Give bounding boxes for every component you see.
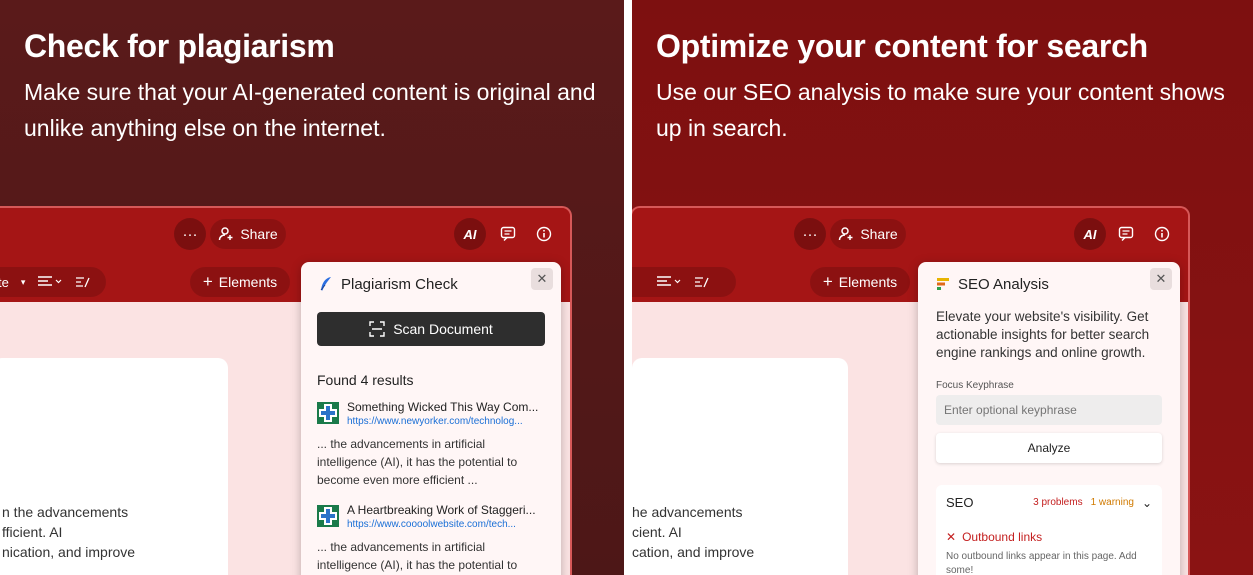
share-label: Share	[240, 226, 278, 242]
results-count: Found 4 results	[317, 372, 414, 388]
panel-header: SEO Analysis	[918, 262, 1180, 306]
elements-label: Elements	[218, 274, 278, 290]
site-favicon-icon	[317, 505, 339, 527]
headline: Check for plagiarism	[24, 28, 335, 64]
info-icon	[536, 226, 552, 242]
ai-icon: AI	[463, 226, 477, 242]
close-icon: ✕	[536, 271, 548, 286]
ai-button[interactable]: AI	[454, 218, 486, 250]
analyze-button[interactable]: Analyze	[936, 433, 1162, 463]
result-url[interactable]: https://www.newyorker.com/technolog...	[347, 416, 547, 427]
close-panel-button[interactable]: ✕	[531, 268, 553, 290]
panel-divider	[624, 0, 632, 575]
share-button[interactable]: Share	[830, 219, 906, 249]
plagiarism-check-panel: Plagiarism Check ✕ Scan Document Found 4…	[301, 262, 561, 575]
chevron-down-icon: ▾	[20, 276, 26, 287]
document-text[interactable]: n the advancements fficient. AI nication…	[2, 502, 135, 562]
warnings-count: 1 warning	[1090, 497, 1134, 508]
doc-line: cation, and improve	[632, 544, 755, 560]
keyphrase-label: Focus Keyphrase	[936, 380, 1014, 391]
close-panel-button[interactable]: ✕	[1150, 268, 1172, 290]
doc-line: fficient. AI	[2, 524, 63, 540]
issue-title-row[interactable]: ✕ Outbound links	[946, 530, 1152, 544]
problems-count: 3 problems	[1033, 497, 1083, 508]
elements-button[interactable]: + Elements	[810, 267, 910, 297]
doc-line: nication, and improve	[2, 544, 136, 560]
more-icon: ···	[182, 225, 198, 243]
site-favicon-icon	[317, 402, 339, 424]
top-bar: ··· Share AI	[632, 208, 1188, 260]
result-snippet: ... the advancements in artificial intel…	[317, 540, 518, 572]
doc-line: he advancements	[632, 504, 743, 520]
app-window: ··· Share AI te ▾ +	[0, 206, 572, 575]
align-icon[interactable]	[37, 275, 63, 289]
format-controls[interactable]: te ▾	[0, 267, 106, 297]
document-text[interactable]: he advancements cient. AI cation, and im…	[632, 502, 754, 562]
scan-icon	[369, 321, 385, 337]
subtitle: Use our SEO analysis to make sure your c…	[656, 79, 1225, 141]
panel-header: Plagiarism Check	[301, 262, 561, 306]
share-button[interactable]: Share	[210, 219, 286, 249]
result-title[interactable]: A Heartbreaking Work of Staggeri...	[347, 503, 547, 517]
top-bar: ··· Share AI	[0, 208, 570, 260]
issue-description: No outbound links appear in this page. A…	[946, 551, 1137, 575]
seo-summary-row[interactable]: SEO 3 problems 1 warning ⌄	[946, 495, 1152, 510]
result-title[interactable]: Something Wicked This Way Com...	[347, 400, 547, 414]
doc-line: n the advancements	[2, 504, 129, 520]
doc-line: cient. AI	[632, 524, 682, 540]
issue-title: Outbound links	[962, 530, 1043, 544]
feather-icon	[320, 277, 331, 291]
clear-format-icon[interactable]	[75, 275, 91, 289]
comment-button[interactable]	[1110, 218, 1142, 250]
list-item[interactable]: A Heartbreaking Work of Staggeri... http…	[317, 503, 545, 574]
comment-icon	[500, 226, 516, 241]
chevron-down-icon[interactable]: ⌄	[1142, 496, 1152, 510]
info-icon	[1154, 226, 1170, 242]
plus-icon: +	[202, 272, 213, 291]
result-url[interactable]: https://www.coooolwebsite.com/tech...	[347, 519, 547, 530]
info-button[interactable]	[528, 218, 560, 250]
align-icon[interactable]	[656, 275, 682, 289]
error-x-icon: ✕	[946, 530, 957, 544]
more-icon: ···	[802, 225, 818, 243]
seo-feature-panel: Optimize your content for search Use our…	[632, 0, 1253, 575]
info-button[interactable]	[1146, 218, 1178, 250]
plagiarism-feature-panel: Check for plagiarism Make sure that your…	[0, 0, 624, 575]
seo-title: SEO	[946, 495, 974, 510]
elements-label: Elements	[838, 274, 898, 290]
seo-chart-icon	[937, 278, 949, 290]
more-button[interactable]: ···	[174, 218, 206, 250]
comment-icon	[1118, 226, 1134, 241]
ai-button[interactable]: AI	[1074, 218, 1106, 250]
list-item[interactable]: Something Wicked This Way Com... https:/…	[317, 400, 545, 489]
add-user-icon	[219, 227, 233, 241]
comment-button[interactable]	[492, 218, 524, 250]
panel-title: Plagiarism Check	[341, 275, 458, 293]
clear-format-icon[interactable]	[694, 275, 710, 289]
app-window: ··· Share AI + Elements he advancements …	[632, 206, 1190, 575]
subtitle: Make sure that your AI-generated content…	[24, 79, 596, 141]
keyphrase-input[interactable]	[936, 395, 1162, 425]
panel-description: Elevate your website's visibility. Get a…	[936, 309, 1150, 360]
add-user-icon	[839, 227, 853, 241]
close-icon: ✕	[1155, 271, 1167, 286]
elements-button[interactable]: + Elements	[190, 267, 290, 297]
seo-analysis-panel: SEO Analysis ✕ Elevate your website's vi…	[918, 262, 1180, 575]
format-controls[interactable]	[632, 267, 736, 297]
panel-title: SEO Analysis	[958, 275, 1049, 293]
headline: Optimize your content for search	[656, 28, 1148, 64]
result-snippet: ... the advancements in artificial intel…	[317, 437, 518, 487]
share-label: Share	[860, 226, 898, 242]
more-button[interactable]: ···	[794, 218, 826, 250]
ai-icon: AI	[1083, 226, 1097, 242]
plus-icon: +	[822, 272, 833, 291]
scan-document-button[interactable]: Scan Document	[317, 312, 545, 346]
seo-results-section: SEO 3 problems 1 warning ⌄ ✕ Outbound li…	[936, 485, 1162, 575]
scan-label: Scan Document	[393, 321, 493, 337]
text-style-dropdown[interactable]: te	[0, 275, 9, 290]
